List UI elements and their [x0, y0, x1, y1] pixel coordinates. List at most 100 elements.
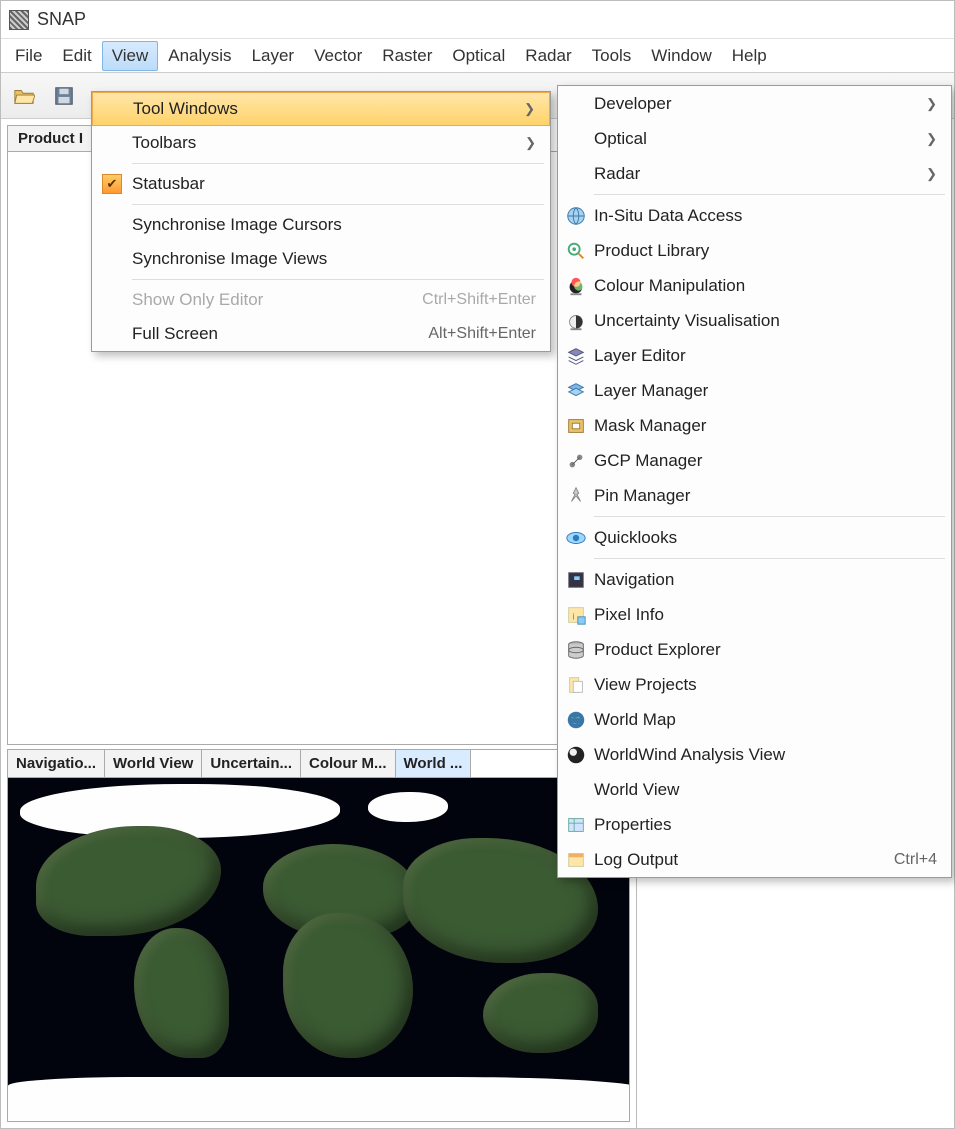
tool-windows-item-uncertainty-visualisation[interactable]: Uncertainty Visualisation: [558, 303, 951, 338]
world-view-panel[interactable]: [7, 777, 630, 1122]
tool-windows-item-optical[interactable]: Optical❯: [558, 121, 951, 156]
pixel-info-icon: i: [565, 604, 587, 626]
tool-windows-item-gcp-manager[interactable]: GCP Manager: [558, 443, 951, 478]
menu-item-label: World View: [594, 780, 937, 800]
open-file-button[interactable]: [7, 79, 41, 113]
menu-item-label: Pixel Info: [594, 605, 937, 625]
projects-icon: [565, 674, 587, 696]
view-menu-item-statusbar[interactable]: ✔Statusbar: [92, 167, 550, 201]
titlebar: SNAP: [1, 1, 954, 39]
tool-windows-item-colour-manipulation[interactable]: Colour Manipulation: [558, 268, 951, 303]
menu-vector[interactable]: Vector: [304, 41, 372, 71]
product-explorer-tab-label: Product I: [7, 125, 94, 151]
tool-windows-item-quicklooks[interactable]: Quicklooks: [558, 520, 951, 555]
menu-help[interactable]: Help: [722, 41, 777, 71]
tool-windows-item-world-view[interactable]: World View: [558, 772, 951, 807]
view-menu-item-synchronise-image-views[interactable]: Synchronise Image Views: [92, 242, 550, 276]
tool-windows-item-layer-editor[interactable]: Layer Editor: [558, 338, 951, 373]
menu-item-label: Toolbars: [132, 133, 518, 153]
menu-optical[interactable]: Optical: [442, 41, 515, 71]
menu-item-label: Radar: [594, 164, 919, 184]
menubar: FileEditViewAnalysisLayerVectorRasterOpt…: [1, 39, 954, 73]
view-menu-item-synchronise-image-cursors[interactable]: Synchronise Image Cursors: [92, 208, 550, 242]
mask-icon: [565, 415, 587, 437]
menu-item-label: World Map: [594, 710, 937, 730]
tool-windows-item-world-map[interactable]: World Map: [558, 702, 951, 737]
menu-item-label: Developer: [594, 94, 919, 114]
check-icon: ✔: [102, 174, 122, 194]
menu-view[interactable]: View: [102, 41, 159, 71]
menu-item-label: WorldWind Analysis View: [594, 745, 937, 765]
menu-analysis[interactable]: Analysis: [158, 41, 241, 71]
tool-windows-item-pixel-info[interactable]: i Pixel Info: [558, 597, 951, 632]
folder-open-icon: [13, 85, 35, 107]
tool-windows-item-radar[interactable]: Radar❯: [558, 156, 951, 191]
tool-windows-item-layer-manager[interactable]: Layer Manager: [558, 373, 951, 408]
world-map-icon: [565, 709, 587, 731]
bottom-tab-0[interactable]: Navigatio...: [8, 750, 105, 777]
menu-window[interactable]: Window: [641, 41, 721, 71]
tool-windows-item-product-explorer[interactable]: Product Explorer: [558, 632, 951, 667]
menu-item-accel: Ctrl+4: [894, 851, 937, 869]
view-menu-item-full-screen[interactable]: Full ScreenAlt+Shift+Enter: [92, 317, 550, 351]
menu-item-label: Uncertainty Visualisation: [594, 311, 937, 331]
menu-item-label: Product Explorer: [594, 640, 937, 660]
menu-item-accel: Ctrl+Shift+Enter: [422, 291, 536, 309]
svg-text:i: i: [572, 611, 574, 621]
gcp-icon: [565, 450, 587, 472]
menu-item-label: View Projects: [594, 675, 937, 695]
view-menu-item-tool-windows[interactable]: Tool Windows❯: [92, 92, 550, 126]
view-menu-item-show-only-editor: Show Only EditorCtrl+Shift+Enter: [92, 283, 550, 317]
tool-windows-item-log-output[interactable]: Log OutputCtrl+4: [558, 842, 951, 877]
menu-item-label: Full Screen: [132, 324, 428, 344]
uncertainty-icon: [565, 310, 587, 332]
view-menu-dropdown: Tool Windows❯Toolbars❯✔StatusbarSynchron…: [91, 91, 551, 352]
menu-layer[interactable]: Layer: [242, 41, 305, 71]
tool-windows-item-in-situ-data-access[interactable]: In-Situ Data Access: [558, 198, 951, 233]
properties-icon: [565, 814, 587, 836]
menu-item-label: Properties: [594, 815, 937, 835]
tool-windows-item-worldwind-analysis-view[interactable]: WorldWind Analysis View: [558, 737, 951, 772]
menu-item-label: Optical: [594, 129, 919, 149]
menu-item-label: Quicklooks: [594, 528, 937, 548]
menu-item-label: Synchronise Image Cursors: [132, 215, 536, 235]
menu-radar[interactable]: Radar: [515, 41, 581, 71]
tool-windows-item-view-projects[interactable]: View Projects: [558, 667, 951, 702]
bottom-tab-1[interactable]: World View: [105, 750, 202, 777]
log-icon: [565, 849, 587, 871]
menu-item-label: In-Situ Data Access: [594, 206, 937, 226]
tool-windows-item-product-library[interactable]: Product Library: [558, 233, 951, 268]
app-icon: [9, 10, 29, 30]
app-title: SNAP: [37, 9, 86, 30]
pin-icon: [565, 485, 587, 507]
tool-windows-item-pin-manager[interactable]: Pin Manager: [558, 478, 951, 513]
menu-item-label: Tool Windows: [133, 99, 517, 119]
colour-icon: [565, 275, 587, 297]
chevron-right-icon: ❯: [517, 101, 535, 117]
tool-windows-submenu: Developer❯Optical❯Radar❯In-Situ Data Acc…: [557, 85, 952, 878]
menu-tools[interactable]: Tools: [582, 41, 642, 71]
save-button[interactable]: [47, 79, 81, 113]
tool-windows-item-properties[interactable]: Properties: [558, 807, 951, 842]
chevron-right-icon: ❯: [919, 96, 937, 112]
menu-raster[interactable]: Raster: [372, 41, 442, 71]
menu-item-label: Show Only Editor: [132, 290, 422, 310]
bottom-tab-4[interactable]: World ...: [396, 750, 472, 777]
tool-windows-item-navigation[interactable]: Navigation: [558, 562, 951, 597]
tool-windows-item-mask-manager[interactable]: Mask Manager: [558, 408, 951, 443]
menu-item-label: Colour Manipulation: [594, 276, 937, 296]
menu-item-label: Pin Manager: [594, 486, 937, 506]
menu-file[interactable]: File: [5, 41, 52, 71]
tool-windows-item-developer[interactable]: Developer❯: [558, 86, 951, 121]
floppy-icon: [53, 85, 75, 107]
database-icon: [565, 639, 587, 661]
menu-item-label: Mask Manager: [594, 416, 937, 436]
menu-edit[interactable]: Edit: [52, 41, 101, 71]
menu-item-label: GCP Manager: [594, 451, 937, 471]
chevron-right-icon: ❯: [919, 131, 937, 147]
bottom-tab-2[interactable]: Uncertain...: [202, 750, 301, 777]
bottom-tab-3[interactable]: Colour M...: [301, 750, 396, 777]
bottom-tabs: Navigatio...World ViewUncertain...Colour…: [7, 749, 630, 777]
menu-item-label: Log Output: [594, 850, 894, 870]
view-menu-item-toolbars[interactable]: Toolbars❯: [92, 126, 550, 160]
